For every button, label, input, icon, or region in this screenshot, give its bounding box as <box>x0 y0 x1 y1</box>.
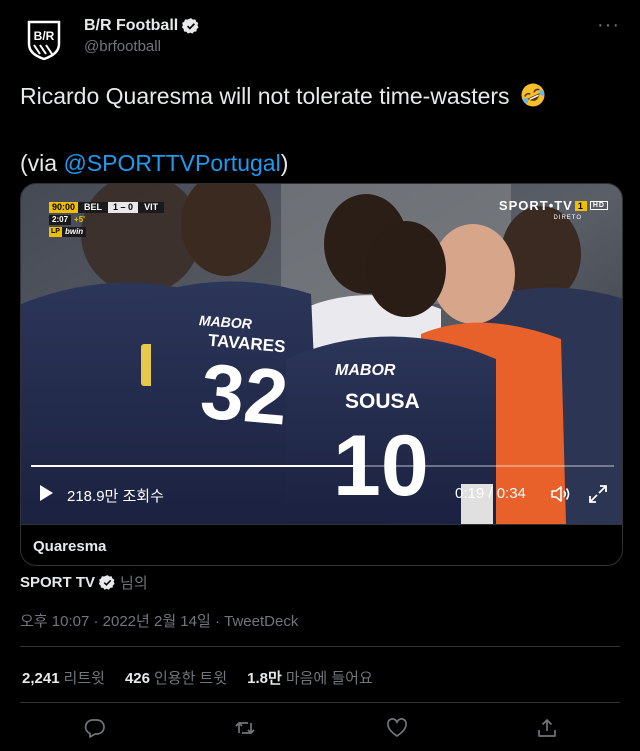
media-card[interactable]: MABOR TAVARES 32 MABOR SOUSA 10 90:00 BE… <box>20 183 623 566</box>
fullscreen-icon[interactable] <box>587 483 609 505</box>
score: 1 – 0 <box>108 202 139 213</box>
volume-icon[interactable] <box>549 483 571 505</box>
author-handle[interactable]: @brfootball <box>84 38 200 55</box>
video-progress-bar[interactable] <box>31 465 614 467</box>
verified-badge-icon <box>182 18 199 34</box>
retweets-label: 리트윗 <box>63 670 105 687</box>
retweets-stat[interactable]: 2,241 리트윗 <box>22 667 105 688</box>
home-team: BEL <box>78 202 109 213</box>
added-time-clock: 2:07 <box>49 214 72 225</box>
tweet-header: B/R B/R Football @brfootball ··· <box>20 14 620 64</box>
tweet-meta: 오후 10:07 · 2022년 2월 14일 · TweetDeck <box>20 610 298 631</box>
away-team: VIT <box>138 202 165 213</box>
mention-link[interactable]: @SPORTTVPortugal <box>63 150 280 176</box>
video-player[interactable]: MABOR TAVARES 32 MABOR SOUSA 10 90:00 BE… <box>21 184 622 524</box>
channel-logo: SPORT•TV 1 HD <box>499 198 608 213</box>
match-clock: 90:00 <box>49 202 79 213</box>
reply-icon[interactable] <box>84 717 106 739</box>
tweet-text-line1: Ricardo Quaresma will not tolerate time-… <box>20 83 510 109</box>
retweets-count: 2,241 <box>22 670 60 687</box>
likes-count: 1.8만 <box>247 670 282 687</box>
source-suffix: 님의 <box>120 575 148 592</box>
video-source-attribution: SPORT TV 님의 <box>20 572 148 593</box>
sponsor-badge: bwin <box>61 226 87 237</box>
tweet-client: TweetDeck <box>224 613 299 630</box>
video-progress-fill <box>31 465 358 467</box>
verified-badge-icon <box>99 575 115 590</box>
share-icon[interactable] <box>536 717 558 739</box>
svg-text:B/R: B/R <box>34 29 55 43</box>
player-center-sponsor: MABOR <box>335 362 396 379</box>
divider <box>20 646 620 647</box>
media-caption[interactable]: Quaresma <box>21 524 622 565</box>
view-count: 218.9만 조회수 <box>67 488 164 505</box>
player-left-number: 32 <box>197 346 292 442</box>
tweet-date[interactable]: 2022년 2월 14일 <box>103 613 211 630</box>
avatar[interactable]: B/R <box>20 16 68 64</box>
more-options-icon[interactable]: ··· <box>597 14 620 37</box>
league-badge: LP <box>49 226 62 237</box>
retweet-icon[interactable] <box>234 717 256 739</box>
video-timecode: 0:19 / 0:34 <box>455 485 526 502</box>
added-time: +5' <box>74 215 86 224</box>
channel-number: 1 <box>574 200 587 211</box>
quotes-count: 426 <box>124 670 150 687</box>
quotes-label: 인용한 트윗 <box>153 670 228 687</box>
tweet-time[interactable]: 오후 10:07 <box>20 613 89 630</box>
channel-live-label: DIRETO <box>553 215 582 221</box>
tweet-text-via-prefix: (via <box>20 150 64 176</box>
tweet-text-via-suffix: ) <box>280 150 289 176</box>
like-icon[interactable] <box>386 717 408 739</box>
quotes-stat[interactable]: 426 인용한 트윗 <box>125 667 227 688</box>
channel-name: SPORT•TV <box>498 198 573 213</box>
play-icon[interactable] <box>37 484 55 502</box>
likes-label: 마음에 들어요 <box>285 670 373 687</box>
player-center-name: SOUSA <box>345 390 420 413</box>
likes-stat[interactable]: 1.8만 마음에 들어요 <box>247 667 373 688</box>
tweet-stats: 2,241 리트윗 426 인용한 트윗 1.8만 마음에 들어요 <box>22 667 393 688</box>
meta-separator: · <box>89 613 103 630</box>
channel-hd: HD <box>589 201 608 210</box>
video-controls: 218.9만 조회수 0:19 / 0:34 <box>21 478 622 508</box>
rolling-on-floor-laughing-emoji-icon <box>521 83 545 107</box>
br-shield-logo-icon: B/R <box>27 20 61 60</box>
source-name[interactable]: SPORT TV <box>20 574 95 591</box>
tweet-actions <box>20 715 620 745</box>
meta-separator: · <box>210 613 225 630</box>
scorebug: 90:00 BEL 1 – 0 VIT 2:07 +5' LP bwin <box>49 202 165 238</box>
tweet-text: Ricardo Quaresma will not tolerate time-… <box>20 78 620 181</box>
author-display-name[interactable]: B/R Football <box>84 17 178 35</box>
divider <box>20 702 620 703</box>
